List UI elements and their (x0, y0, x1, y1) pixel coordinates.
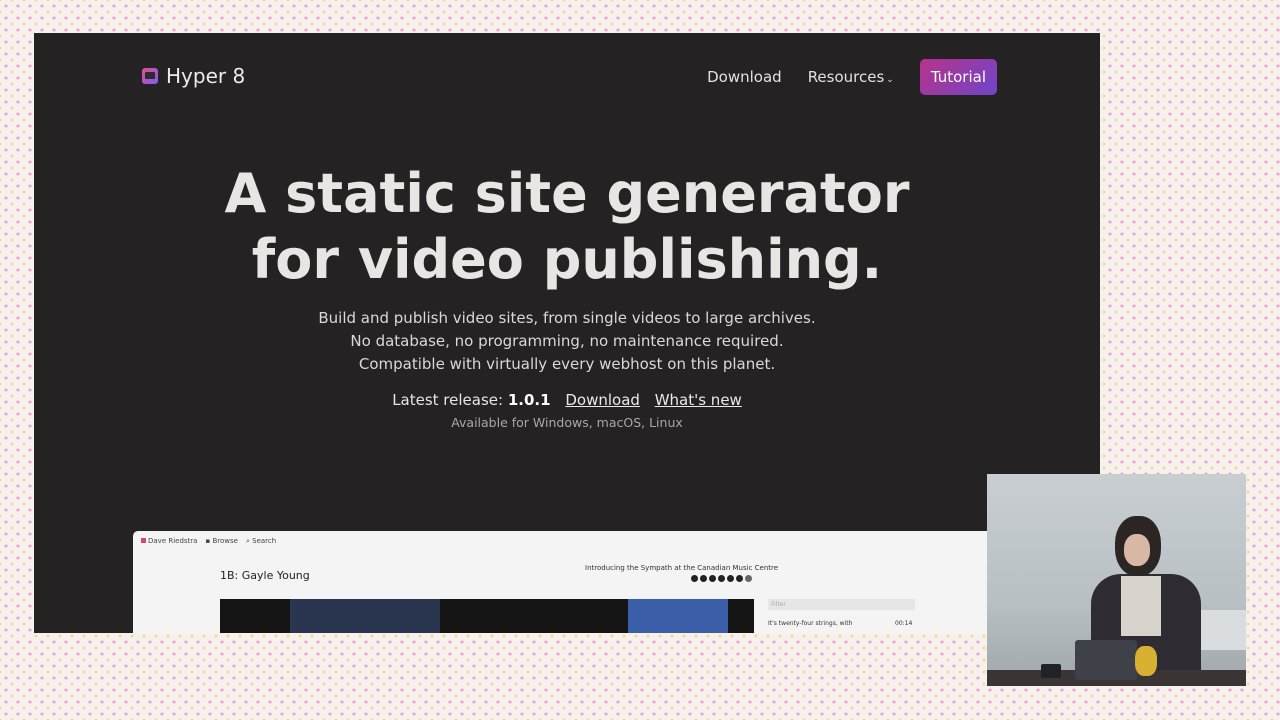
release-version: 1.0.1 (507, 391, 551, 409)
site-logo-text: Hyper 8 (166, 64, 246, 88)
tutorial-button[interactable]: Tutorial (919, 59, 997, 95)
speaker-shirt (1121, 576, 1161, 636)
preview-caption: Introducing the Sympath at the Canadian … (585, 564, 779, 572)
laptop (1075, 640, 1137, 680)
logo-icon (142, 68, 158, 84)
video-region (290, 599, 440, 633)
hero-sub-line3: Compatible with virtually every webhost … (358, 355, 776, 373)
preview-nav: Dave Riedstra ▪ Browse ⌕ Search (141, 537, 276, 546)
dot (691, 575, 698, 582)
nav-resources-label: Resources (807, 68, 885, 86)
figurine (1135, 646, 1157, 676)
chevron-down-icon: ⌄ (886, 75, 894, 85)
preview-item-time: 00:14 (895, 620, 913, 627)
dot (709, 575, 716, 582)
site-preview-screenshot: Dave Riedstra ▪ Browse ⌕ Search 1B: Gayl… (133, 531, 1033, 633)
preview-filter: Filter (768, 599, 915, 610)
site-logo[interactable]: Hyper 8 (142, 64, 245, 88)
hero-title: A static site generator for video publis… (34, 161, 1100, 293)
hero-title-line2: for video publishing. (251, 228, 883, 291)
video-region (628, 599, 728, 633)
release-label: Latest release: (392, 391, 504, 409)
whats-new-link[interactable]: What's new (655, 391, 742, 409)
preview-logo-icon (141, 538, 146, 543)
preview-search: ⌕ Search (246, 537, 276, 546)
hero-title-line1: A static site generator (224, 162, 910, 225)
hero-sub-line2: No database, no programming, no maintena… (350, 332, 784, 350)
website-slide: Hyper 8 Download Resources ⌄ Tutorial A s… (34, 33, 1100, 633)
dot (700, 575, 707, 582)
release-download-link[interactable]: Download (565, 391, 640, 409)
dot (727, 575, 734, 582)
preview-site-label: Dave Riedstra (148, 537, 198, 545)
preview-site-name: Dave Riedstra (141, 537, 197, 546)
dot (718, 575, 725, 582)
preview-browse-label: Browse (212, 537, 238, 545)
speaker-face (1124, 534, 1150, 566)
nav-download-link[interactable]: Download (707, 68, 782, 86)
platforms-note: Available for Windows, macOS, Linux (451, 415, 683, 430)
preview-title: 1B: Gayle Young (220, 569, 310, 582)
preview-browse: ▪ Browse (205, 537, 237, 546)
dot (745, 575, 752, 582)
nav-resources-menu[interactable]: Resources ⌄ (808, 68, 894, 86)
hero-sub-line1: Build and publish video sites, from sing… (318, 309, 816, 327)
release-info: Latest release: 1.0.1 Download What's ne… (34, 391, 1100, 409)
preview-dots (691, 575, 752, 582)
top-nav: Download Resources ⌄ Tutorial (707, 59, 997, 95)
preview-video (220, 599, 754, 633)
preview-search-label: Search (252, 537, 277, 545)
hero-description: Build and publish video sites, from sing… (34, 307, 1100, 376)
speaker-webcam (987, 474, 1246, 686)
dot (736, 575, 743, 582)
preview-list-item: It's twenty-four strings, with (768, 620, 853, 627)
mug (1041, 664, 1061, 678)
